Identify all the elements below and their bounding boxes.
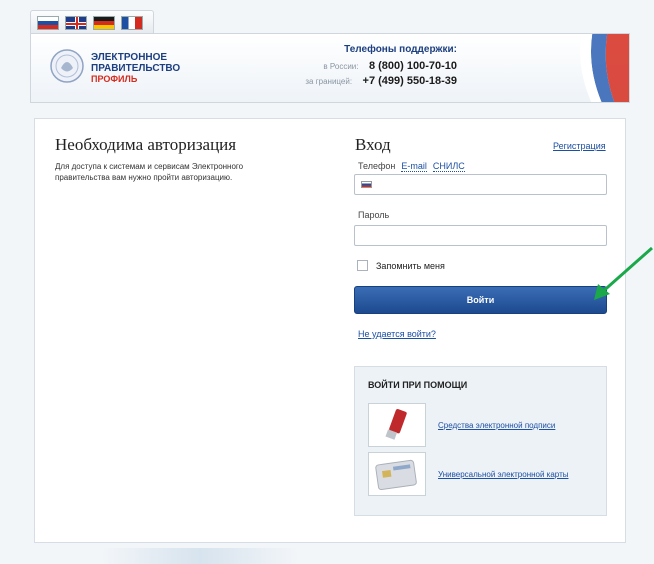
phone-input[interactable] (354, 174, 607, 195)
phone-russia-number: 8 (800) 100-70-10 (368, 60, 457, 72)
logo-text: ЭЛЕКТРОННОЕ ПРАВИТЕЛЬСТВО ПРОФИЛЬ (91, 52, 180, 85)
flag-russia-icon[interactable] (37, 15, 59, 30)
tab-phone[interactable]: Телефон (358, 161, 395, 172)
support-title: Телефоны поддержки: (344, 44, 457, 55)
support-phones: Телефоны поддержки: в России: 8 (800) 10… (257, 44, 457, 88)
phone-russia-row: в России: 8 (800) 100-70-10 (257, 58, 457, 73)
alt-login-uec[interactable]: Универсальной электронной карты (368, 452, 568, 496)
login-type-tabs: Телефон E-mail СНИЛС (358, 161, 465, 172)
remember-me-checkbox[interactable] (357, 260, 368, 271)
green-arrow-annotation (594, 246, 653, 300)
alternative-login-box: ВОЙТИ ПРИ ПОМОЩИ Средства электронной по… (354, 366, 607, 516)
remember-me-label: Запомнить меня (376, 260, 445, 271)
login-title: Вход (355, 135, 391, 154)
smart-card-icon[interactable] (368, 452, 426, 496)
auth-required-description: Для доступа к системам и сервисам Электр… (55, 162, 244, 182)
flag-russia-icon (361, 181, 372, 188)
logo-line-3: ПРОФИЛЬ (91, 74, 138, 84)
phone-abroad-number: +7 (499) 550-18-39 (362, 75, 457, 87)
flag-france-icon[interactable] (121, 15, 143, 30)
auth-card: Необходима авторизация Для доступа к сис… (34, 118, 626, 543)
cant-login-link[interactable]: Не удается войти? (358, 329, 436, 339)
footer-decoration (100, 548, 300, 564)
phone-russia-label: в России: (323, 62, 359, 71)
uec-link[interactable]: Универсальной электронной карты (438, 470, 568, 479)
login-button[interactable]: Войти (354, 286, 607, 314)
register-link[interactable]: Регистрация (553, 141, 606, 151)
auth-required-title: Необходима авторизация (55, 135, 237, 154)
language-bar (30, 10, 154, 34)
site-header: ЭЛЕКТРОННОЕ ПРАВИТЕЛЬСТВО ПРОФИЛЬ Телефо… (30, 33, 630, 103)
password-input[interactable] (354, 225, 607, 246)
flag-germany-icon[interactable] (93, 15, 115, 30)
alternative-login-title: ВОЙТИ ПРИ ПОМОЩИ (368, 380, 468, 390)
usb-token-icon[interactable] (368, 403, 426, 447)
tab-email[interactable]: E-mail (401, 161, 427, 172)
flag-uk-icon[interactable] (65, 15, 87, 30)
tab-snils[interactable]: СНИЛС (432, 161, 465, 172)
flag-wave-decoration (580, 34, 629, 102)
esign-link[interactable]: Средства электронной подписи (438, 421, 555, 430)
phone-abroad-row: за границей: +7 (499) 550-18-39 (257, 73, 457, 88)
alt-login-esign[interactable]: Средства электронной подписи (368, 403, 555, 447)
gov-logo-icon[interactable] (49, 48, 85, 84)
phone-abroad-label: за границей: (305, 77, 353, 86)
password-label: Пароль (358, 210, 390, 220)
logo-line-1: ЭЛЕКТРОННОЕ (91, 52, 168, 63)
logo-line-2: ПРАВИТЕЛЬСТВО (91, 63, 181, 74)
remember-me[interactable]: Запомнить меня (357, 260, 445, 271)
